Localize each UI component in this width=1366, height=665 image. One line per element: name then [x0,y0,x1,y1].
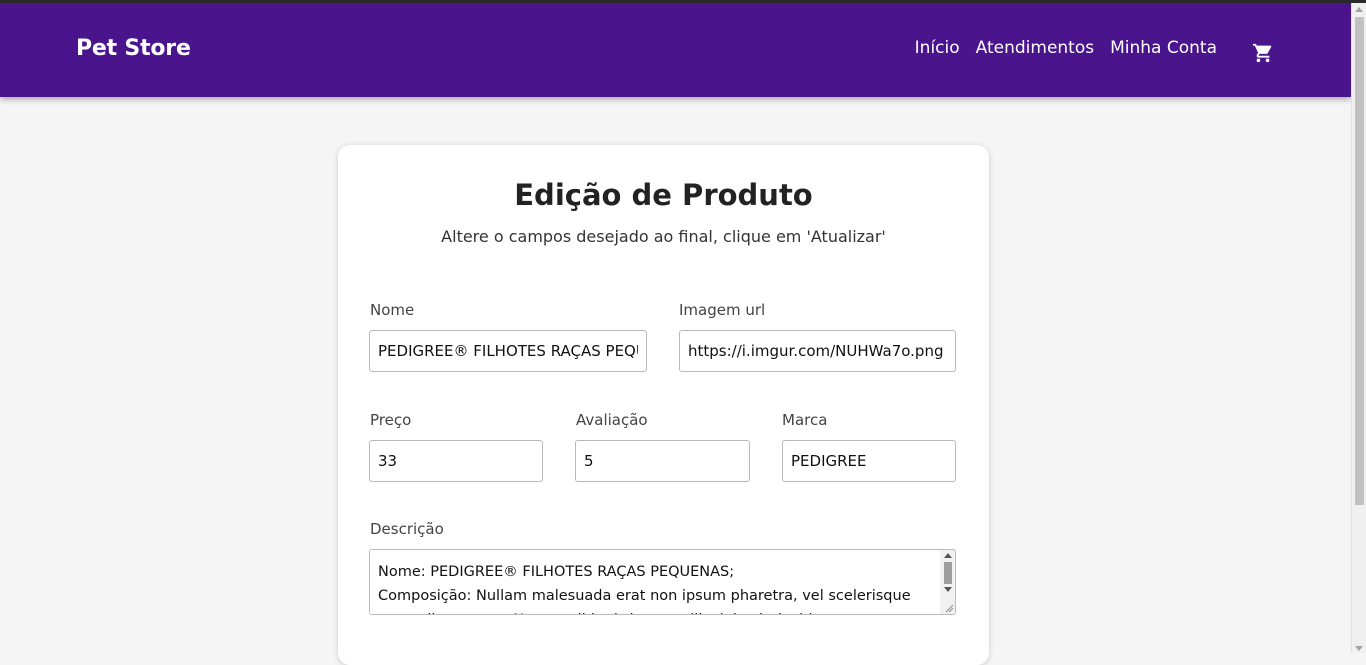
scroll-down-arrow-icon[interactable] [1355,646,1363,651]
resize-grip-icon[interactable] [944,603,954,613]
scroll-up-arrow-icon[interactable] [1355,7,1363,12]
brand-logo[interactable]: Pet Store [76,36,191,61]
page-title: Edição de Produto [514,178,813,212]
avaliacao-input[interactable] [575,440,750,482]
page-scrollbar[interactable] [1351,3,1366,653]
navbar: Pet Store Início Atendimentos Minha Cont… [0,3,1351,97]
preco-input[interactable] [369,440,543,482]
nav-links: Início Atendimentos Minha Conta [915,38,1217,58]
edit-product-card: Edição de Produto Altere o campos deseja… [338,145,989,665]
shopping-cart-icon[interactable] [1252,42,1274,64]
descricao-field: Nome: PEDIGREE® FILHOTES RAÇAS PEQUENAS;… [369,549,956,615]
textarea-scroll-thumb[interactable] [944,562,952,584]
preco-label: Preço [370,411,412,429]
nome-input[interactable] [369,330,647,372]
descricao-label: Descrição [370,520,444,538]
scrollbar-thumb[interactable] [1355,17,1364,505]
imagem-url-label: Imagem url [679,301,766,319]
imagem-url-input[interactable] [679,330,956,372]
page-subtitle: Altere o campos desejado ao final, cliqu… [441,227,886,246]
nav-link-minha-conta[interactable]: Minha Conta [1110,38,1217,58]
nav-link-atendimentos[interactable]: Atendimentos [976,38,1094,58]
textarea-scroll-up-icon[interactable] [944,553,952,558]
marca-input[interactable] [782,440,956,482]
avaliacao-label: Avaliação [576,411,648,429]
textarea-scroll-down-icon[interactable] [944,587,952,592]
marca-label: Marca [782,411,828,429]
nome-label: Nome [370,301,415,319]
descricao-textarea[interactable]: Nome: PEDIGREE® FILHOTES RAÇAS PEQUENAS;… [370,550,940,614]
nav-link-inicio[interactable]: Início [915,38,960,58]
